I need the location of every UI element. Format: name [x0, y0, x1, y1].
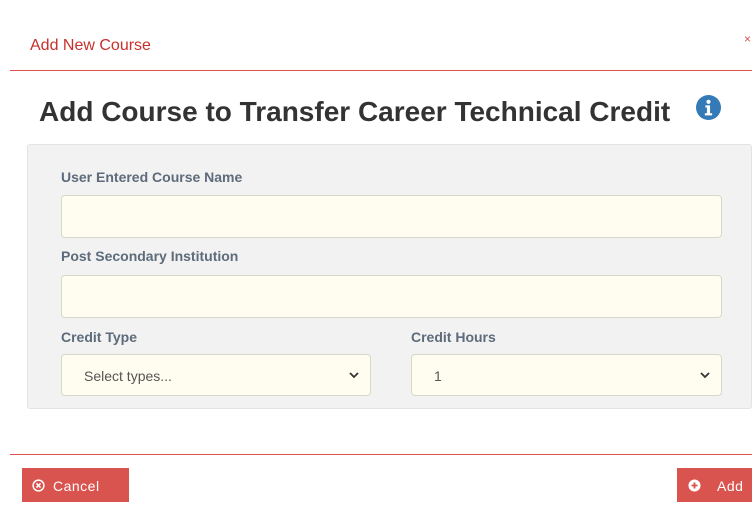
credit-type-label: Credit Type: [61, 329, 137, 345]
add-button[interactable]: Add: [677, 468, 752, 502]
close-button[interactable]: ×: [744, 32, 751, 46]
credit-hours-selected-value: 1: [434, 368, 442, 384]
plus-circle-icon: [688, 479, 701, 492]
credit-hours-label: Credit Hours: [411, 329, 496, 345]
add-button-label: Add: [717, 478, 744, 494]
institution-label: Post Secondary Institution: [61, 248, 239, 264]
course-form-panel: User Entered Course Name Post Secondary …: [27, 144, 752, 409]
course-name-label: User Entered Course Name: [61, 169, 243, 185]
credit-type-select[interactable]: Select types...: [61, 354, 371, 396]
credit-hours-select[interactable]: 1: [411, 354, 722, 396]
course-name-input[interactable]: [61, 195, 722, 238]
modal-title: Add New Course: [30, 37, 151, 54]
chevron-down-icon: [349, 372, 359, 379]
institution-input[interactable]: [61, 275, 722, 318]
cancel-button-label: Cancel: [53, 478, 100, 494]
info-circle-icon[interactable]: [696, 95, 721, 120]
footer-divider: [10, 454, 752, 455]
chevron-down-icon: [700, 372, 710, 379]
add-course-modal: Add New Course × Add Course to Transfer …: [10, 10, 752, 505]
credit-type-selected-value: Select types...: [84, 368, 172, 384]
cancel-button[interactable]: Cancel: [22, 468, 129, 502]
section-title: Add Course to Transfer Career Technical …: [39, 96, 671, 127]
times-circle-icon: [32, 479, 45, 492]
modal-header: Add New Course ×: [10, 10, 752, 71]
